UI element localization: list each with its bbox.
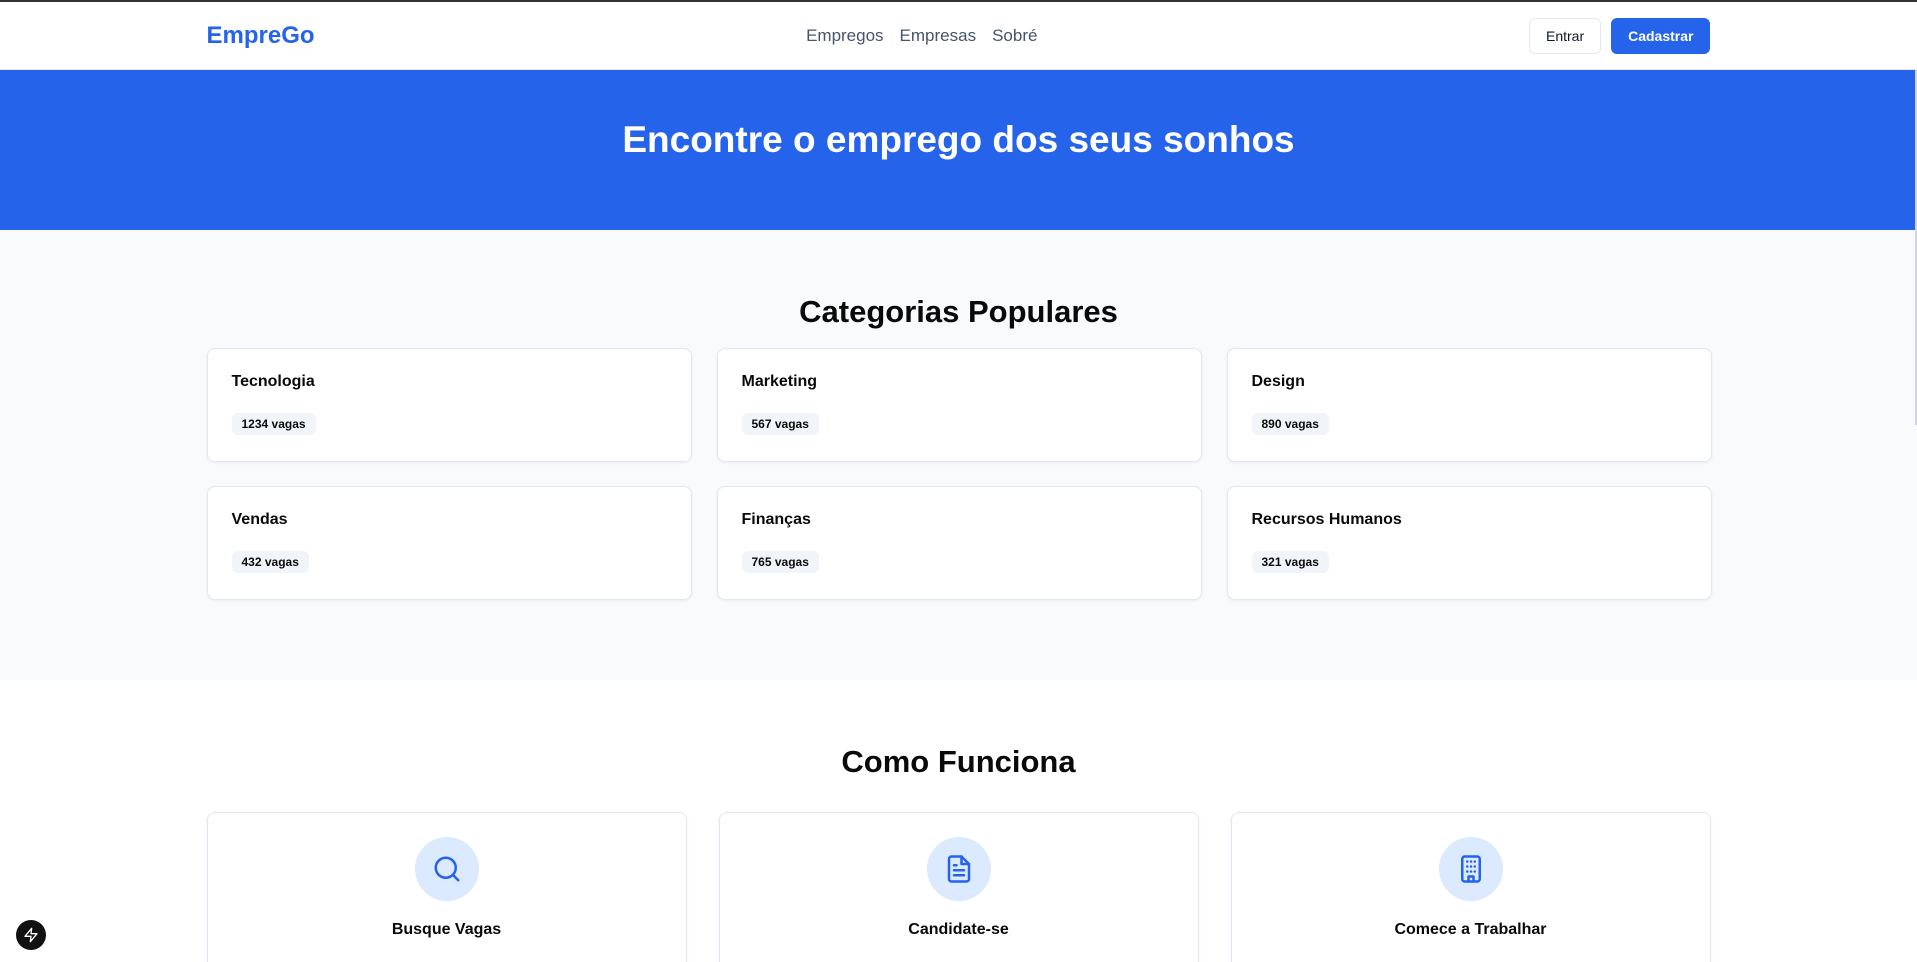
- category-card-recursos-humanos[interactable]: Recursos Humanos 321 vagas: [1226, 486, 1712, 600]
- nav-link-sobre[interactable]: Sobré: [992, 26, 1037, 46]
- category-card-tecnologia[interactable]: Tecnologia 1234 vagas: [206, 348, 692, 462]
- dev-tools-button[interactable]: [16, 920, 46, 950]
- top-navbar: EmpreGo Empregos Empresas Sobré Entrar C…: [0, 0, 1917, 70]
- categories-section: Categorias Populares Tecnologia 1234 vag…: [0, 230, 1917, 680]
- categories-grid: Tecnologia 1234 vagas Marketing 567 vaga…: [206, 348, 1712, 600]
- how-it-works-title: Como Funciona: [841, 744, 1076, 779]
- step-title: Comece a Trabalhar: [1394, 921, 1547, 938]
- job-count-badge: 890 vagas: [1251, 413, 1329, 435]
- category-name: Design: [1251, 373, 1305, 390]
- category-name: Marketing: [741, 373, 818, 390]
- search-icon: [414, 837, 479, 901]
- lightning-icon: [24, 927, 38, 943]
- signup-button[interactable]: Cadastrar: [1611, 18, 1711, 54]
- building-icon: [1438, 837, 1503, 901]
- how-it-works-section: Como Funciona Busque Vagas Candidate-se …: [0, 680, 1917, 962]
- auth-actions: Entrar Cadastrar: [1528, 18, 1711, 54]
- steps-grid: Busque Vagas Candidate-se Comece a Traba…: [206, 812, 1711, 962]
- main-nav: Empregos Empresas Sobré: [806, 26, 1037, 46]
- category-name: Vendas: [231, 511, 288, 528]
- nav-link-empregos[interactable]: Empregos: [806, 26, 883, 46]
- job-count-badge: 765 vagas: [741, 551, 819, 573]
- document-icon: [926, 837, 991, 901]
- categories-title: Categorias Populares: [799, 294, 1118, 329]
- step-card-busque-vagas: Busque Vagas: [206, 812, 687, 962]
- job-count-badge: 432 vagas: [231, 551, 309, 573]
- category-card-design[interactable]: Design 890 vagas: [1226, 348, 1712, 462]
- category-card-financas[interactable]: Finanças 765 vagas: [716, 486, 1202, 600]
- nav-link-empresas[interactable]: Empresas: [900, 26, 977, 46]
- category-name: Recursos Humanos: [1251, 511, 1402, 528]
- category-card-marketing[interactable]: Marketing 567 vagas: [716, 348, 1202, 462]
- login-button[interactable]: Entrar: [1528, 18, 1602, 54]
- step-title: Candidate-se: [908, 921, 1009, 938]
- step-card-candidate-se: Candidate-se: [718, 812, 1199, 962]
- hero-title: Encontre o emprego dos seus sonhos: [622, 119, 1295, 160]
- step-card-comece-a-trabalhar: Comece a Trabalhar: [1230, 812, 1711, 962]
- job-count-badge: 1234 vagas: [231, 413, 316, 435]
- hero-banner: Encontre o emprego dos seus sonhos: [0, 70, 1917, 230]
- category-card-vendas[interactable]: Vendas 432 vagas: [206, 486, 692, 600]
- job-count-badge: 567 vagas: [741, 413, 819, 435]
- step-title: Busque Vagas: [391, 921, 502, 938]
- brand-logo[interactable]: EmpreGo: [207, 22, 315, 50]
- job-count-badge: 321 vagas: [1251, 551, 1329, 573]
- category-name: Tecnologia: [231, 373, 315, 390]
- category-name: Finanças: [741, 511, 811, 528]
